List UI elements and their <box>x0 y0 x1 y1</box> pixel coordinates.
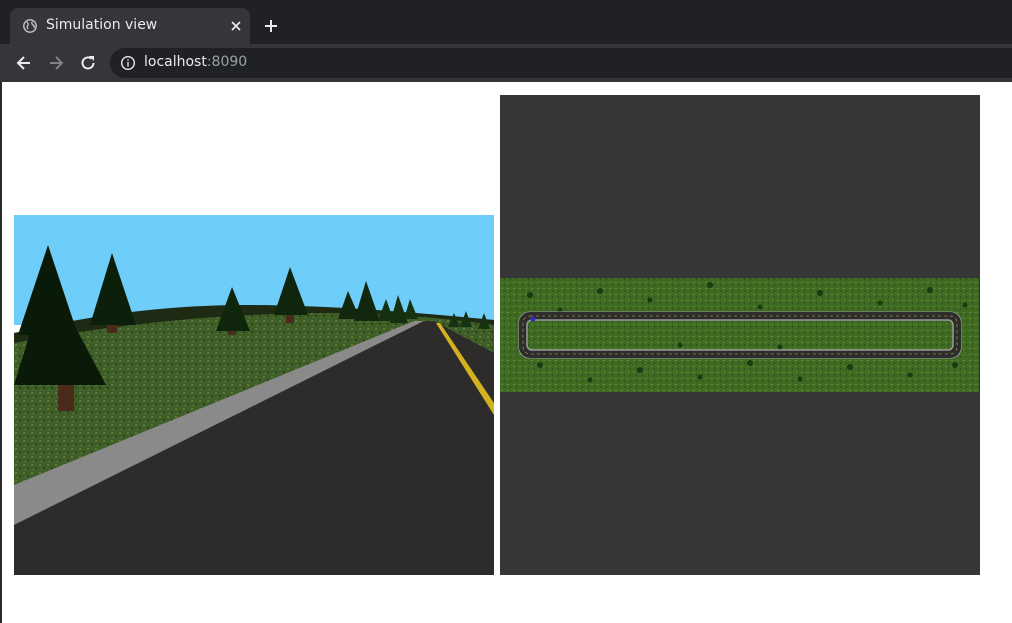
camera-view <box>14 215 494 575</box>
car-marker <box>530 316 536 322</box>
track-map <box>500 278 979 392</box>
url-text: localhost:8090 <box>144 54 247 70</box>
arrow-right-icon[interactable] <box>46 53 66 73</box>
address-bar[interactable]: localhost:8090 <box>110 48 1012 78</box>
url-port: :8090 <box>206 54 248 70</box>
close-tab-icon[interactable] <box>226 16 246 36</box>
camera-scene <box>14 215 494 575</box>
url-host: localhost <box>144 54 207 70</box>
map-grass <box>500 278 979 392</box>
browser-tab[interactable]: Simulation view <box>10 8 250 44</box>
arrow-left-icon[interactable] <box>14 53 34 73</box>
plus-icon[interactable] <box>261 16 281 36</box>
browser-toolbar: localhost:8090 <box>0 44 1012 82</box>
info-icon[interactable] <box>120 55 136 71</box>
browser-titlebar: Simulation view <box>0 0 1012 44</box>
map-view <box>500 95 980 575</box>
tab-title: Simulation view <box>46 17 158 33</box>
globe-icon <box>23 19 37 33</box>
reload-icon[interactable] <box>78 53 98 73</box>
